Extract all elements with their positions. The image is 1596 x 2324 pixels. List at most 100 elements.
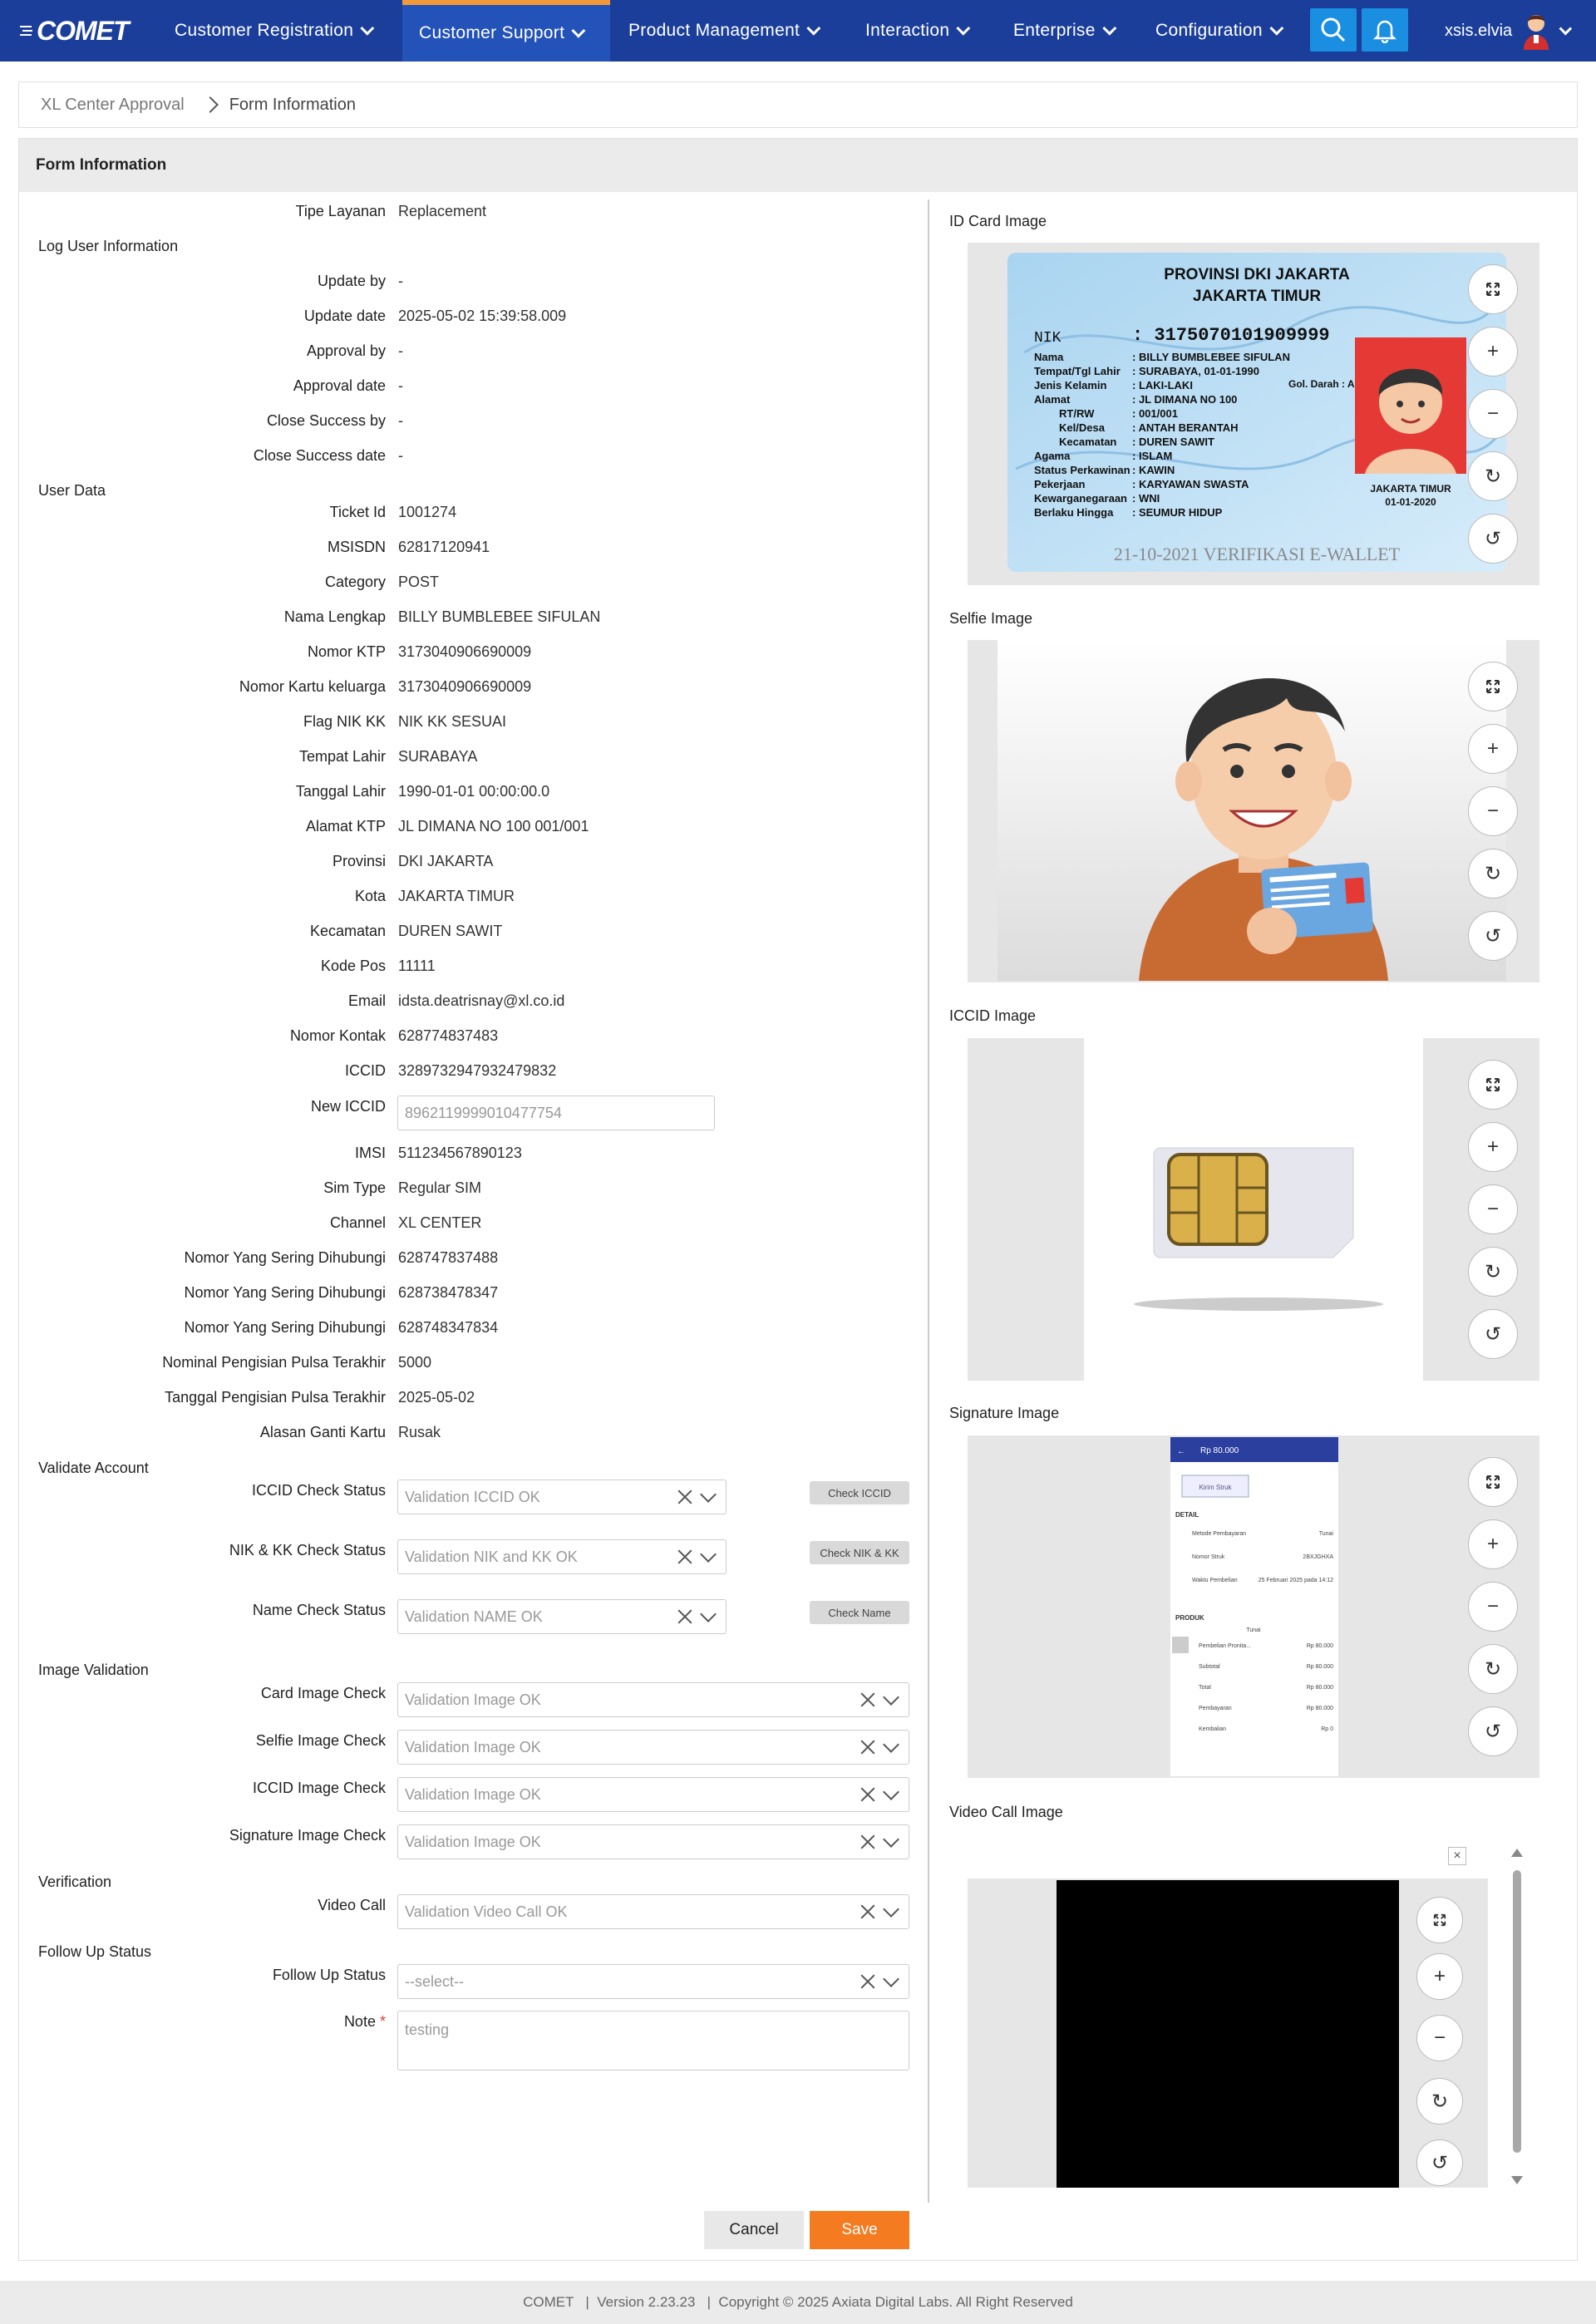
clear-icon[interactable] xyxy=(860,1974,875,1989)
close-icon[interactable]: × xyxy=(1448,1847,1466,1865)
field-label: Alamat KTP xyxy=(305,818,386,835)
breadcrumb-item-xl-center-approval[interactable]: XL Center Approval xyxy=(41,96,185,115)
minus-icon: − xyxy=(1486,1595,1499,1617)
rotate-left-button[interactable]: ↺ xyxy=(1468,514,1518,564)
zoom-in-button[interactable]: + xyxy=(1468,1122,1518,1172)
username: xsis.elvia xyxy=(1445,21,1513,40)
scroll-up-icon[interactable] xyxy=(1511,1849,1523,1857)
note-textarea[interactable]: testing xyxy=(397,2011,909,2070)
note-label: Note * xyxy=(20,2013,386,2031)
fullscreen-button[interactable] xyxy=(1468,1457,1518,1507)
field-value: SURABAYA xyxy=(398,748,478,765)
save-button[interactable]: Save xyxy=(810,2211,909,2249)
chevron-down-icon[interactable] xyxy=(883,1901,899,1918)
image-check-select[interactable]: Validation Image OK xyxy=(397,1777,909,1812)
rotate-left-button[interactable]: ↺ xyxy=(1468,911,1518,961)
clear-icon[interactable] xyxy=(860,1740,875,1755)
field-value: DKI JAKARTA xyxy=(398,853,494,869)
field-label: Tanggal Lahir xyxy=(295,783,386,800)
clear-icon[interactable] xyxy=(860,1787,875,1802)
rotate-right-button[interactable]: ↻ xyxy=(1468,451,1518,501)
rotate-right-button[interactable]: ↻ xyxy=(1468,849,1518,899)
nav-enterprise[interactable]: Enterprise xyxy=(1013,0,1117,62)
fullscreen-button[interactable] xyxy=(1468,1060,1518,1110)
comet-logo[interactable]: COMET xyxy=(20,15,130,47)
image-check-select[interactable]: Validation Image OK xyxy=(397,1682,909,1717)
rotate-right-button[interactable]: ↻ xyxy=(1468,1247,1518,1297)
receipt-row-label: Metode Pembayaran xyxy=(1192,1531,1246,1537)
zoom-in-button[interactable]: + xyxy=(1468,327,1518,377)
chevron-down-icon[interactable] xyxy=(700,1606,717,1622)
field-value: NIK KK SESUAI xyxy=(398,713,507,730)
select-value: Validation ICCID OK xyxy=(405,1488,540,1505)
validate-select[interactable]: Validation ICCID OK xyxy=(397,1480,727,1514)
clear-icon[interactable] xyxy=(860,1692,875,1707)
nav-interaction[interactable]: Interaction xyxy=(865,0,971,62)
check-button[interactable]: Check ICCID xyxy=(810,1481,909,1504)
ktp-nik: : 3175070101909999 xyxy=(1132,325,1330,346)
chevron-down-icon[interactable] xyxy=(700,1486,717,1503)
clear-icon[interactable] xyxy=(677,1609,692,1624)
ktp-field-label: Alamat xyxy=(1034,393,1071,406)
clear-icon[interactable] xyxy=(677,1549,692,1564)
receipt-product-heading: PRODUK xyxy=(1175,1614,1204,1622)
chevron-down-icon[interactable] xyxy=(883,1831,899,1848)
new-iccid-input[interactable]: 8962119999010477754 xyxy=(397,1096,715,1130)
scrollbar[interactable] xyxy=(1506,1849,1526,2189)
search-button[interactable] xyxy=(1310,8,1357,52)
fullscreen-button[interactable] xyxy=(1468,264,1518,314)
rotate-right-button[interactable]: ↻ xyxy=(1468,1644,1518,1694)
receipt-send-button: Kirim Struk xyxy=(1199,1484,1232,1491)
chevron-down-icon[interactable] xyxy=(883,1736,899,1753)
rotate-left-button[interactable]: ↺ xyxy=(1416,2139,1463,2186)
receipt-item-label: Kembalian xyxy=(1199,1726,1226,1732)
fullscreen-button[interactable] xyxy=(1468,662,1518,711)
nav-configuration[interactable]: Configuration xyxy=(1155,0,1284,62)
chevron-down-icon[interactable] xyxy=(883,1689,899,1706)
zoom-out-button[interactable]: − xyxy=(1468,1184,1518,1234)
plus-icon: + xyxy=(1486,1135,1499,1158)
field-label: Approval date xyxy=(293,377,386,394)
ktp-field-value: : JL DIMANA NO 100 xyxy=(1132,393,1237,406)
rotate-left-button[interactable]: ↺ xyxy=(1468,1309,1518,1359)
user-menu[interactable]: xsis.elvia xyxy=(1445,0,1573,62)
cancel-button[interactable]: Cancel xyxy=(704,2211,804,2249)
rotate-left-button[interactable]: ↺ xyxy=(1468,1706,1518,1756)
validate-select[interactable]: Validation NIK and KK OK xyxy=(397,1539,727,1574)
nav-product-management[interactable]: Product Management xyxy=(628,0,821,62)
ktp-province: PROVINSI DKI JAKARTA xyxy=(1164,266,1350,283)
zoom-in-button[interactable]: + xyxy=(1416,1953,1463,2000)
chevron-down-icon[interactable] xyxy=(700,1546,717,1563)
zoom-out-button[interactable]: − xyxy=(1468,1582,1518,1632)
chevron-down-icon[interactable] xyxy=(883,1784,899,1800)
video-call-select[interactable]: Validation Video Call OK xyxy=(397,1894,909,1929)
nav-customer-registration[interactable]: Customer Registration xyxy=(175,0,375,62)
zoom-out-button[interactable]: − xyxy=(1468,389,1518,439)
scroll-down-icon[interactable] xyxy=(1511,2176,1523,2184)
scrollbar-thumb[interactable] xyxy=(1513,1870,1521,2153)
chevron-down-icon[interactable] xyxy=(883,1971,899,1987)
receipt-item-value: Rp 0 xyxy=(1321,1726,1333,1732)
zoom-out-button[interactable]: − xyxy=(1416,2015,1463,2061)
rotate-left-icon: ↺ xyxy=(1484,1720,1502,1743)
field-value: 3289732947932479832 xyxy=(398,1062,557,1079)
chevron-down-icon xyxy=(1102,21,1117,36)
check-button[interactable]: Check Name xyxy=(810,1601,909,1624)
image-check-select[interactable]: Validation Image OK xyxy=(397,1730,909,1765)
validate-select[interactable]: Validation NAME OK xyxy=(397,1599,727,1634)
clear-icon[interactable] xyxy=(677,1489,692,1504)
follow-up-select[interactable]: --select-- xyxy=(397,1964,909,1999)
rotate-right-button[interactable]: ↻ xyxy=(1416,2078,1463,2125)
check-button[interactable]: Check NIK & KK xyxy=(810,1541,909,1564)
zoom-out-button[interactable]: − xyxy=(1468,786,1518,836)
clear-icon[interactable] xyxy=(860,1904,875,1919)
image-check-select[interactable]: Validation Image OK xyxy=(397,1824,909,1859)
fullscreen-button[interactable] xyxy=(1416,1897,1463,1943)
ktp-field-label: Kel/Desa xyxy=(1059,421,1106,434)
nav-customer-support[interactable]: Customer Support xyxy=(402,0,610,62)
clear-icon[interactable] xyxy=(860,1834,875,1849)
zoom-in-button[interactable]: + xyxy=(1468,1519,1518,1569)
zoom-in-button[interactable]: + xyxy=(1468,724,1518,774)
ktp-field-label: Status Perkawinan xyxy=(1034,464,1130,476)
notification-button[interactable] xyxy=(1362,8,1408,52)
